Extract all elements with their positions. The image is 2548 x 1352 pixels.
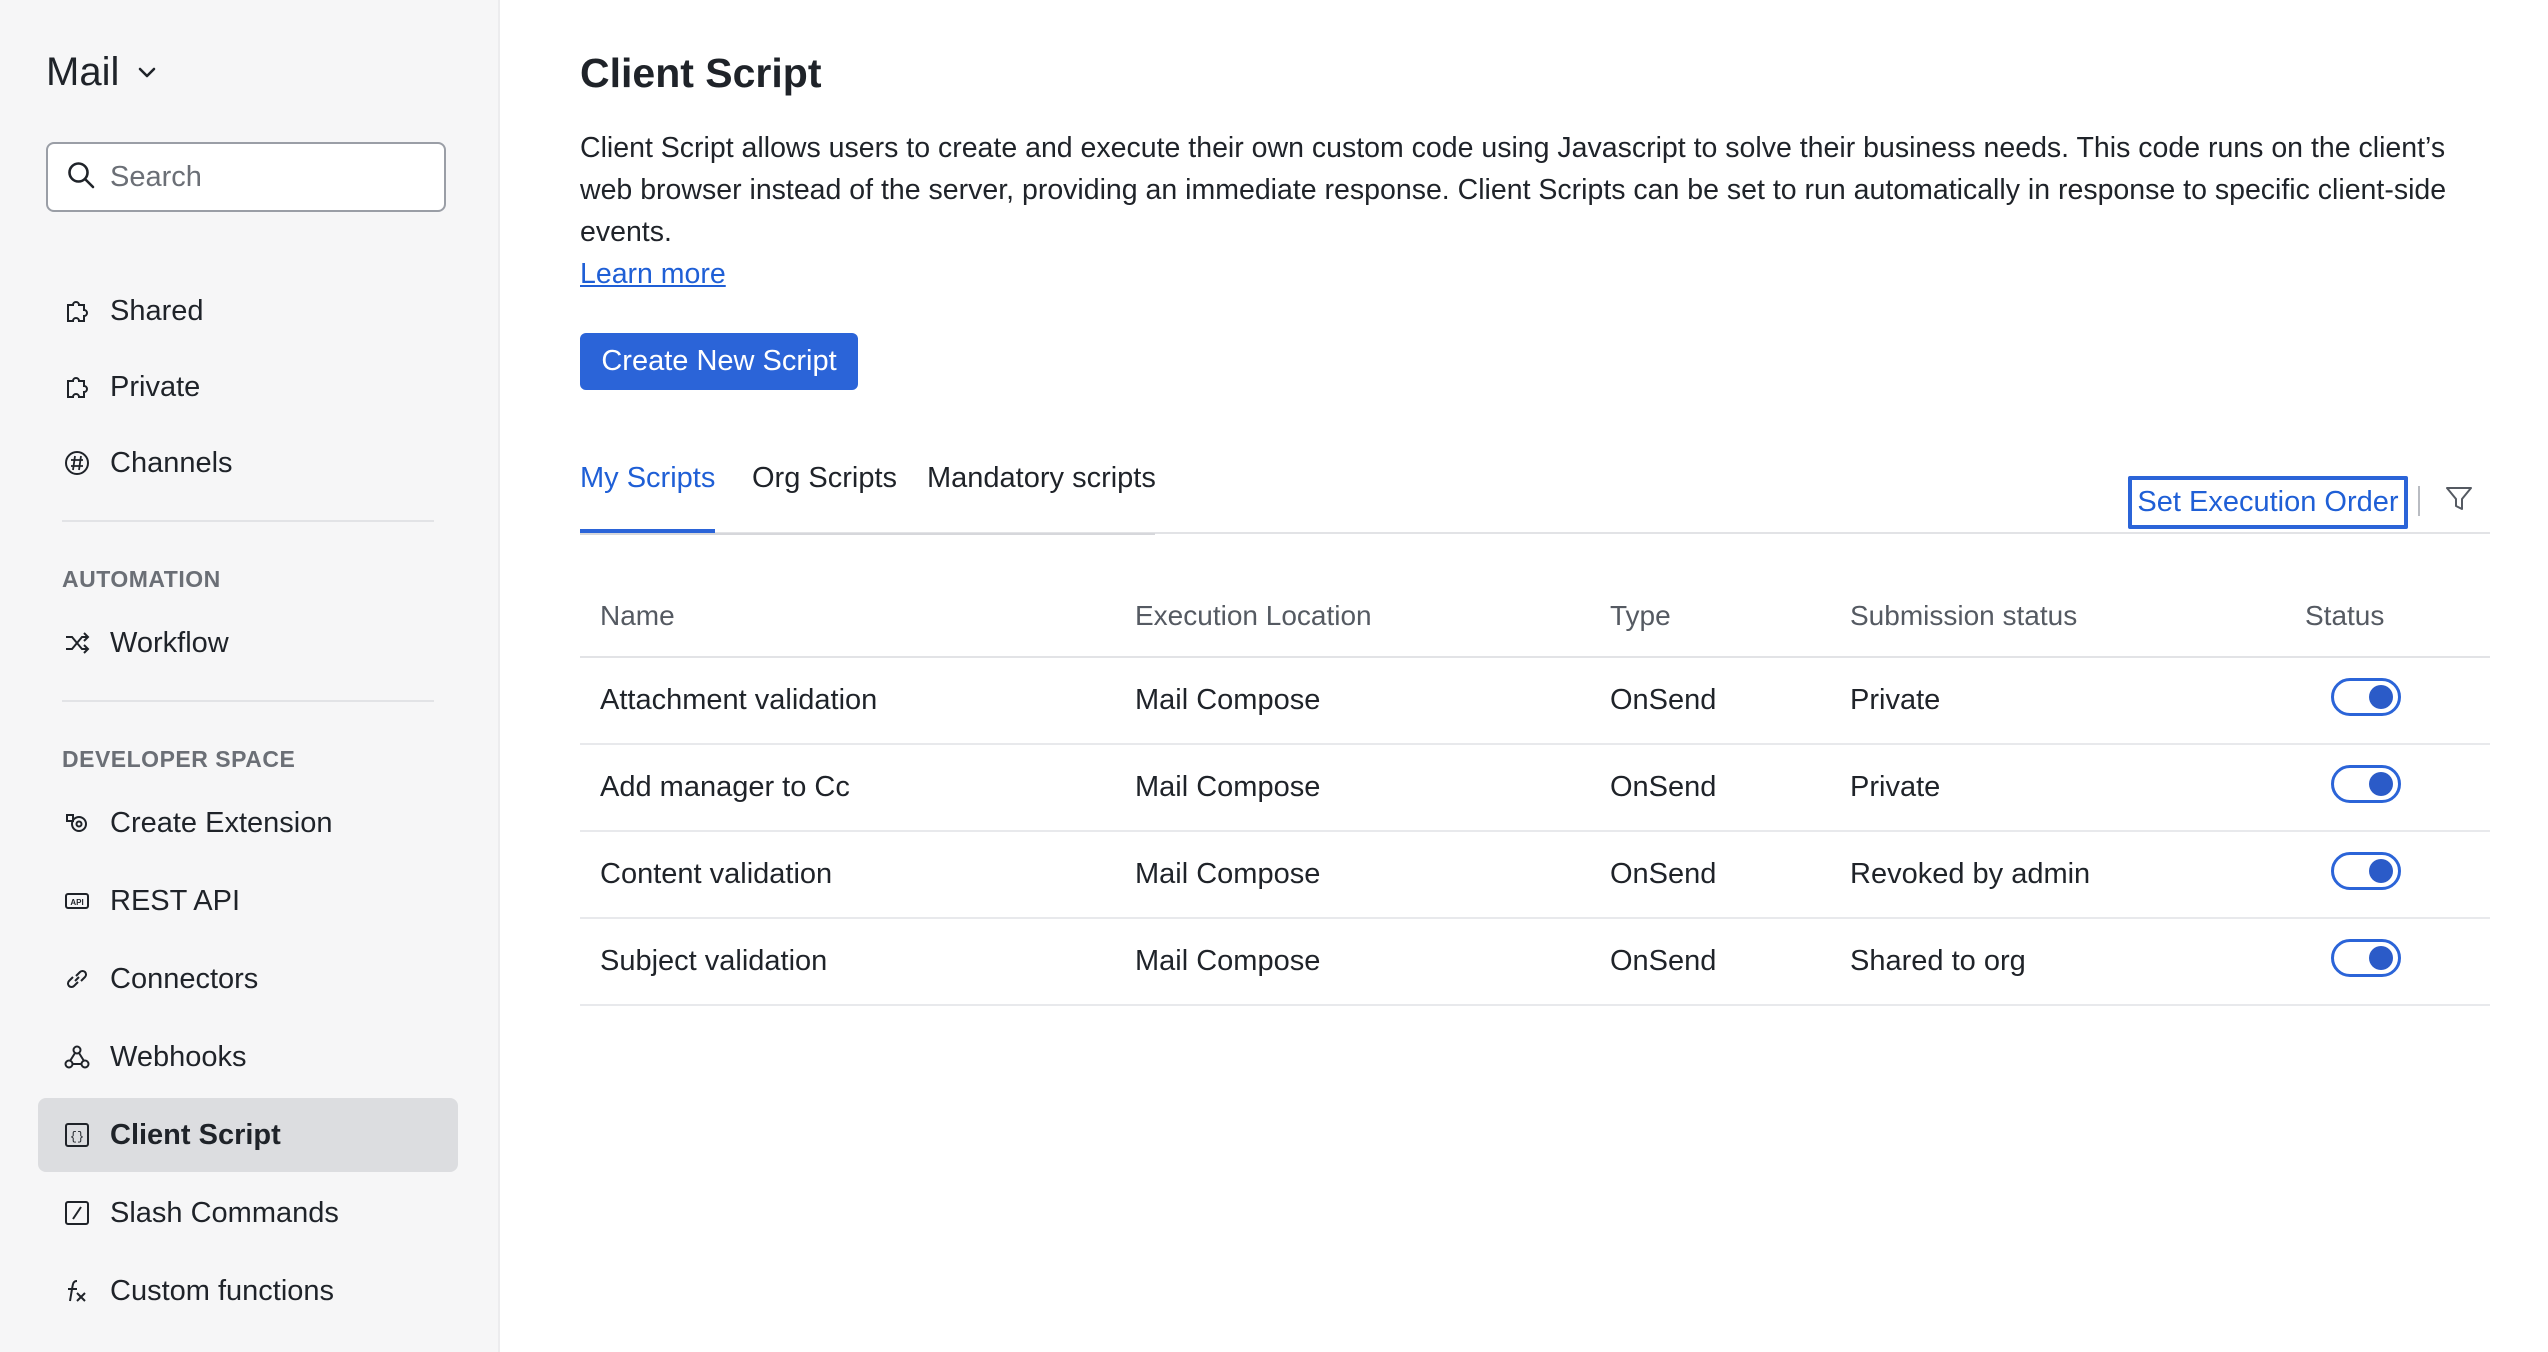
sidebar-item-custom-functions[interactable]: Custom functions: [38, 1254, 458, 1328]
tab-my-scripts[interactable]: My Scripts: [580, 462, 716, 534]
svg-text:API: API: [70, 898, 83, 907]
script-name: Content validation: [580, 831, 1115, 919]
toggle-knob: [2369, 858, 2393, 883]
tab-mandatory-scripts[interactable]: Mandatory scripts: [927, 462, 1156, 534]
link-icon: [62, 964, 92, 994]
page-description: Client Script allows users to create and…: [580, 127, 2480, 295]
sidebar-item-rest-api[interactable]: API REST API: [38, 864, 458, 938]
execution-location: Mail Compose: [1115, 657, 1590, 745]
search-icon: [66, 160, 96, 195]
learn-more-link[interactable]: Learn more: [580, 258, 726, 290]
client-script-icon: {}: [62, 1120, 92, 1150]
divider: [62, 520, 434, 522]
script-type: OnSend: [1590, 744, 1830, 832]
script-name: Subject validation: [580, 918, 1115, 1006]
table-header-row: Name Execution Location Type Submission …: [580, 575, 2490, 658]
sidebar-item-shared[interactable]: Shared: [38, 274, 458, 348]
column-header-name: Name: [580, 575, 1115, 658]
table-row[interactable]: Content validation Mail Compose OnSend R…: [580, 831, 2490, 919]
sidebar-item-webhooks[interactable]: Webhooks: [38, 1020, 458, 1094]
script-name: Add manager to Cc: [580, 744, 1115, 832]
extension-icon: [62, 808, 92, 838]
execution-location: Mail Compose: [1115, 744, 1590, 832]
script-type: OnSend: [1590, 657, 1830, 745]
sidebar-item-label: Webhooks: [110, 1040, 247, 1073]
svg-text:{}: {}: [70, 1130, 84, 1144]
tabs-underline: [580, 533, 1155, 535]
script-type: OnSend: [1590, 918, 1830, 1006]
search-input[interactable]: [110, 160, 430, 194]
table-row[interactable]: Add manager to Cc Mail Compose OnSend Pr…: [580, 744, 2490, 832]
page-title: Client Script: [580, 50, 822, 96]
execution-location: Mail Compose: [1115, 831, 1590, 919]
private-puzzle-icon: [62, 372, 92, 402]
sidebar-item-label: Workflow: [110, 626, 229, 659]
webhook-icon: [62, 1042, 92, 1072]
submission-status: Shared to org: [1830, 918, 2285, 1006]
column-header-submission-status: Submission status: [1830, 575, 2285, 658]
toggle-knob: [2369, 945, 2393, 970]
table-row[interactable]: Attachment validation Mail Compose OnSen…: [580, 657, 2490, 745]
function-icon: [62, 1276, 92, 1306]
column-header-execution-location: Execution Location: [1115, 575, 1590, 658]
create-new-script-button[interactable]: Create New Script: [580, 333, 858, 390]
set-execution-order-button[interactable]: Set Execution Order: [2128, 476, 2408, 529]
sidebar-item-label: Custom functions: [110, 1274, 335, 1307]
submission-status: Private: [1830, 744, 2285, 832]
toggle-knob: [2369, 771, 2393, 796]
sidebar-item-label: Create Extension: [110, 806, 333, 839]
sidebar-item-label: Slash Commands: [110, 1196, 339, 1229]
toggle-knob: [2369, 684, 2393, 709]
status-toggle[interactable]: [2331, 851, 2401, 890]
divider: [62, 700, 434, 702]
table-row[interactable]: Subject validation Mail Compose OnSend S…: [580, 918, 2490, 1006]
sidebar-item-label: Shared: [110, 294, 204, 327]
shared-puzzle-icon: [62, 296, 92, 326]
section-label-automation: AUTOMATION: [62, 566, 221, 592]
status-toggle[interactable]: [2331, 764, 2401, 803]
status-toggle[interactable]: [2331, 677, 2401, 716]
sidebar: Mail Shared Private Channels AUTOMATION: [0, 0, 500, 1352]
slash-icon: [62, 1198, 92, 1228]
scripts-table: Name Execution Location Type Submission …: [580, 575, 2490, 1006]
app-title: Mail: [46, 50, 120, 94]
column-header-status: Status: [2285, 575, 2490, 658]
api-icon: API: [62, 886, 92, 916]
shuffle-icon: [62, 628, 92, 658]
sidebar-item-label: Channels: [110, 446, 233, 479]
channels-icon: [62, 448, 92, 478]
submission-status: Private: [1830, 657, 2285, 745]
script-type: OnSend: [1590, 831, 1830, 919]
sidebar-item-private[interactable]: Private: [38, 350, 458, 424]
tab-org-scripts[interactable]: Org Scripts: [752, 462, 897, 534]
filter-icon[interactable]: [2444, 484, 2474, 519]
sidebar-item-client-script[interactable]: {} Client Script: [38, 1098, 458, 1172]
column-header-type: Type: [1590, 575, 1830, 658]
execution-location: Mail Compose: [1115, 918, 1590, 1006]
sidebar-item-slash-commands[interactable]: Slash Commands: [38, 1176, 458, 1250]
sidebar-item-workflow[interactable]: Workflow: [38, 606, 458, 680]
sidebar-item-label: Client Script: [110, 1118, 281, 1151]
sidebar-item-create-extension[interactable]: Create Extension: [38, 786, 458, 860]
app-switcher[interactable]: Mail: [46, 50, 157, 95]
sidebar-item-connectors[interactable]: Connectors: [38, 942, 458, 1016]
status-toggle[interactable]: [2331, 938, 2401, 977]
search-box[interactable]: [46, 142, 446, 212]
description-text: Client Script allows users to create and…: [580, 132, 2447, 248]
sidebar-item-label: REST API: [110, 884, 241, 917]
sidebar-item-label: Connectors: [110, 962, 259, 995]
submission-status: Revoked by admin: [1830, 831, 2285, 919]
section-label-developer-space: DEVELOPER SPACE: [62, 746, 296, 772]
chevron-down-icon: [137, 66, 157, 80]
sidebar-item-label: Private: [110, 370, 201, 403]
sidebar-item-channels[interactable]: Channels: [38, 426, 458, 500]
separator: [2418, 486, 2420, 516]
script-name: Attachment validation: [580, 657, 1115, 745]
